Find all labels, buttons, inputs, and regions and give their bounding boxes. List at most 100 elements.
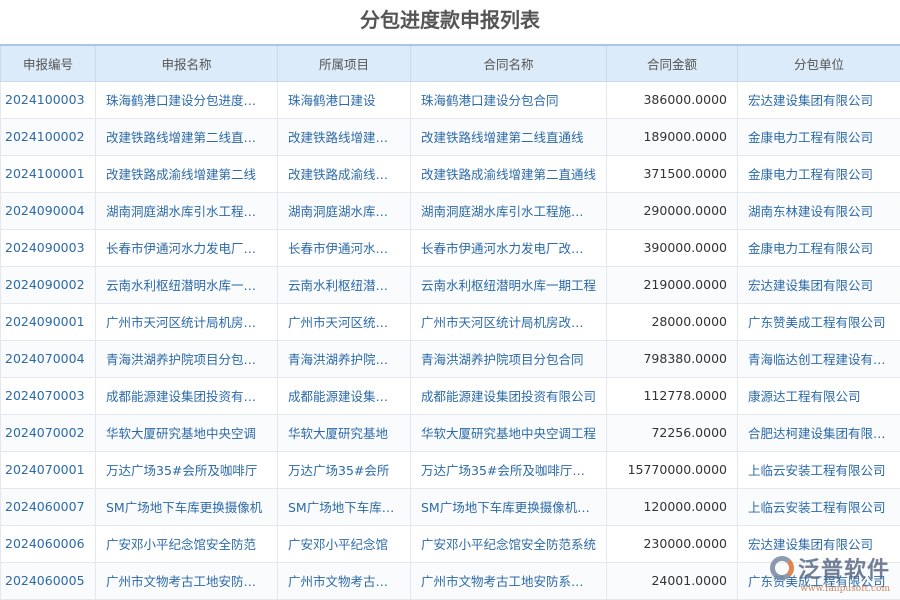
cell-code[interactable]: 2024060006 xyxy=(1,525,96,562)
cell-name[interactable]: 湖南洞庭湖水库引水工程施工 xyxy=(96,192,278,229)
table-row[interactable]: 2024090001广州市天河区统计局机房改造广州市天河区统计局广州市天河区统计… xyxy=(1,303,900,340)
cell-project[interactable]: 湖南洞庭湖水库引水 xyxy=(278,192,411,229)
column-header-code[interactable]: 申报编号 xyxy=(1,45,96,81)
cell-subcontractor[interactable]: 青海临达创工程建设有限公司 xyxy=(738,340,900,377)
cell-amount: 798380.0000 xyxy=(607,340,738,377)
cell-contract[interactable]: 万达广场35#会所及咖啡厅装修 xyxy=(411,451,607,488)
cell-name[interactable]: 改建铁路线增建第二线直通线 xyxy=(96,118,278,155)
table-row[interactable]: 2024060006广安邓小平纪念馆安全防范广安邓小平纪念馆广安邓小平纪念馆安全… xyxy=(1,525,900,562)
cell-name[interactable]: 珠海鹤港口建设分包进度款申报 xyxy=(96,81,278,118)
cell-contract[interactable]: 成都能源建设集团投资有限公司 xyxy=(411,377,607,414)
cell-subcontractor[interactable]: 广东赞美成工程有限公司 xyxy=(738,303,900,340)
cell-subcontractor[interactable]: 合肥达柯建设集团有限公司 xyxy=(738,414,900,451)
cell-code[interactable]: 2024070004 xyxy=(1,340,96,377)
table-row[interactable]: 2024070004青海洪湖养护院项目分包进度款青海洪湖养护院项目青海洪湖养护院… xyxy=(1,340,900,377)
cell-code[interactable]: 2024070003 xyxy=(1,377,96,414)
cell-code[interactable]: 2024070001 xyxy=(1,451,96,488)
cell-subcontractor[interactable]: 上临云安装工程有限公司 xyxy=(738,451,900,488)
cell-code[interactable]: 2024090002 xyxy=(1,266,96,303)
cell-contract[interactable]: 青海洪湖养护院项目分包合同 xyxy=(411,340,607,377)
cell-name[interactable]: 青海洪湖养护院项目分包进度款 xyxy=(96,340,278,377)
cell-project[interactable]: 广州市文物考古工地 xyxy=(278,562,411,599)
cell-code[interactable]: 2024090001 xyxy=(1,303,96,340)
cell-project[interactable]: SM广场地下车库更换 xyxy=(278,488,411,525)
cell-project[interactable]: 广安邓小平纪念馆 xyxy=(278,525,411,562)
cell-amount: 219000.0000 xyxy=(607,266,738,303)
cell-name[interactable]: 长春市伊通河水力发电厂改造 xyxy=(96,229,278,266)
column-header-contract[interactable]: 合同名称 xyxy=(411,45,607,81)
fanpu-logo-icon xyxy=(770,556,794,580)
column-header-project[interactable]: 所属项目 xyxy=(278,45,411,81)
cell-contract[interactable]: 长春市伊通河水力发电厂改造合同 xyxy=(411,229,607,266)
cell-amount: 371500.0000 xyxy=(607,155,738,192)
cell-project[interactable]: 华软大厦研究基地 xyxy=(278,414,411,451)
cell-amount: 390000.0000 xyxy=(607,229,738,266)
table-row[interactable]: 2024060005广州市文物考古工地安防系统广州市文物考古工地广州市文物考古工… xyxy=(1,562,900,599)
cell-contract[interactable]: 广州市文物考古工地安防系统合同 xyxy=(411,562,607,599)
cell-code[interactable]: 2024100003 xyxy=(1,81,96,118)
cell-project[interactable]: 万达广场35#会所 xyxy=(278,451,411,488)
cell-amount: 112778.0000 xyxy=(607,377,738,414)
cell-contract[interactable]: 广州市天河区统计局机房改造合同 xyxy=(411,303,607,340)
cell-code[interactable]: 2024100001 xyxy=(1,155,96,192)
watermark-url: www.fanpusoft.com xyxy=(800,584,890,594)
table-row[interactable]: 2024070003成都能源建设集团投资有限公司成都能源建设集团投资成都能源建设… xyxy=(1,377,900,414)
table-row[interactable]: 2024100001改建铁路成渝线增建第二线改建铁路成渝线增建改建铁路成渝线增建… xyxy=(1,155,900,192)
cell-project[interactable]: 成都能源建设集团投资 xyxy=(278,377,411,414)
cell-contract[interactable]: 云南水利枢纽潜明水库一期工程 xyxy=(411,266,607,303)
cell-project[interactable]: 广州市天河区统计局 xyxy=(278,303,411,340)
cell-subcontractor[interactable]: 金康电力工程有限公司 xyxy=(738,118,900,155)
cell-project[interactable]: 青海洪湖养护院项目 xyxy=(278,340,411,377)
table-header-row: 申报编号 申报名称 所属项目 合同名称 合同金额 分包单位 xyxy=(1,45,900,81)
cell-contract[interactable]: 广安邓小平纪念馆安全防范系统 xyxy=(411,525,607,562)
cell-name[interactable]: 广安邓小平纪念馆安全防范 xyxy=(96,525,278,562)
column-header-subcontractor[interactable]: 分包单位 xyxy=(738,45,900,81)
cell-name[interactable]: 成都能源建设集团投资有限公司 xyxy=(96,377,278,414)
cell-contract[interactable]: SM广场地下车库更换摄像机合同 xyxy=(411,488,607,525)
table-row[interactable]: 2024090002云南水利枢纽潜明水库一期工程云南水利枢纽潜明水库云南水利枢纽… xyxy=(1,266,900,303)
cell-contract[interactable]: 华软大厦研究基地中央空调工程 xyxy=(411,414,607,451)
cell-project[interactable]: 珠海鹤港口建设 xyxy=(278,81,411,118)
cell-amount: 15770000.0000 xyxy=(607,451,738,488)
cell-subcontractor[interactable]: 宏达建设集团有限公司 xyxy=(738,266,900,303)
cell-code[interactable]: 2024090004 xyxy=(1,192,96,229)
cell-subcontractor[interactable]: 康源达工程有限公司 xyxy=(738,377,900,414)
column-header-amount[interactable]: 合同金额 xyxy=(607,45,738,81)
table-row[interactable]: 2024090003长春市伊通河水力发电厂改造长春市伊通河水力发电长春市伊通河水… xyxy=(1,229,900,266)
cell-code[interactable]: 2024070002 xyxy=(1,414,96,451)
cell-code[interactable]: 2024060005 xyxy=(1,562,96,599)
table-row[interactable]: 2024070001万达广场35#会所及咖啡厅万达广场35#会所万达广场35#会… xyxy=(1,451,900,488)
table-row[interactable]: 2024100003珠海鹤港口建设分包进度款申报珠海鹤港口建设珠海鹤港口建设分包… xyxy=(1,81,900,118)
cell-name[interactable]: 广州市文物考古工地安防系统 xyxy=(96,562,278,599)
cell-name[interactable]: 万达广场35#会所及咖啡厅 xyxy=(96,451,278,488)
cell-name[interactable]: SM广场地下车库更换摄像机 xyxy=(96,488,278,525)
cell-amount: 230000.0000 xyxy=(607,525,738,562)
cell-code[interactable]: 2024090003 xyxy=(1,229,96,266)
cell-contract[interactable]: 湖南洞庭湖水库引水工程施工合同 xyxy=(411,192,607,229)
cell-code[interactable]: 2024060007 xyxy=(1,488,96,525)
cell-name[interactable]: 广州市天河区统计局机房改造 xyxy=(96,303,278,340)
report-table: 申报编号 申报名称 所属项目 合同名称 合同金额 分包单位 2024100003… xyxy=(0,44,900,600)
cell-subcontractor[interactable]: 湖南东林建设有限公司 xyxy=(738,192,900,229)
cell-subcontractor[interactable]: 宏达建设集团有限公司 xyxy=(738,81,900,118)
table-row[interactable]: 2024090004湖南洞庭湖水库引水工程施工湖南洞庭湖水库引水湖南洞庭湖水库引… xyxy=(1,192,900,229)
cell-name[interactable]: 华软大厦研究基地中央空调 xyxy=(96,414,278,451)
table-row[interactable]: 2024060007SM广场地下车库更换摄像机SM广场地下车库更换SM广场地下车… xyxy=(1,488,900,525)
cell-contract[interactable]: 珠海鹤港口建设分包合同 xyxy=(411,81,607,118)
cell-project[interactable]: 改建铁路成渝线增建 xyxy=(278,155,411,192)
cell-name[interactable]: 云南水利枢纽潜明水库一期工程 xyxy=(96,266,278,303)
table-row[interactable]: 2024070002华软大厦研究基地中央空调华软大厦研究基地华软大厦研究基地中央… xyxy=(1,414,900,451)
cell-project[interactable]: 长春市伊通河水力发电 xyxy=(278,229,411,266)
cell-contract[interactable]: 改建铁路成渝线增建第二直通线 xyxy=(411,155,607,192)
cell-code[interactable]: 2024100002 xyxy=(1,118,96,155)
cell-subcontractor[interactable]: 上临云安装工程有限公司 xyxy=(738,488,900,525)
cell-subcontractor[interactable]: 金康电力工程有限公司 xyxy=(738,155,900,192)
table-row[interactable]: 2024100002改建铁路线增建第二线直通线改建铁路线增建第二线改建铁路线增建… xyxy=(1,118,900,155)
watermark-name: 泛普软件 xyxy=(798,552,890,584)
column-header-name[interactable]: 申报名称 xyxy=(96,45,278,81)
cell-name[interactable]: 改建铁路成渝线增建第二线 xyxy=(96,155,278,192)
cell-subcontractor[interactable]: 金康电力工程有限公司 xyxy=(738,229,900,266)
cell-project[interactable]: 改建铁路线增建第二线 xyxy=(278,118,411,155)
cell-contract[interactable]: 改建铁路线增建第二线直通线 xyxy=(411,118,607,155)
cell-project[interactable]: 云南水利枢纽潜明水库 xyxy=(278,266,411,303)
